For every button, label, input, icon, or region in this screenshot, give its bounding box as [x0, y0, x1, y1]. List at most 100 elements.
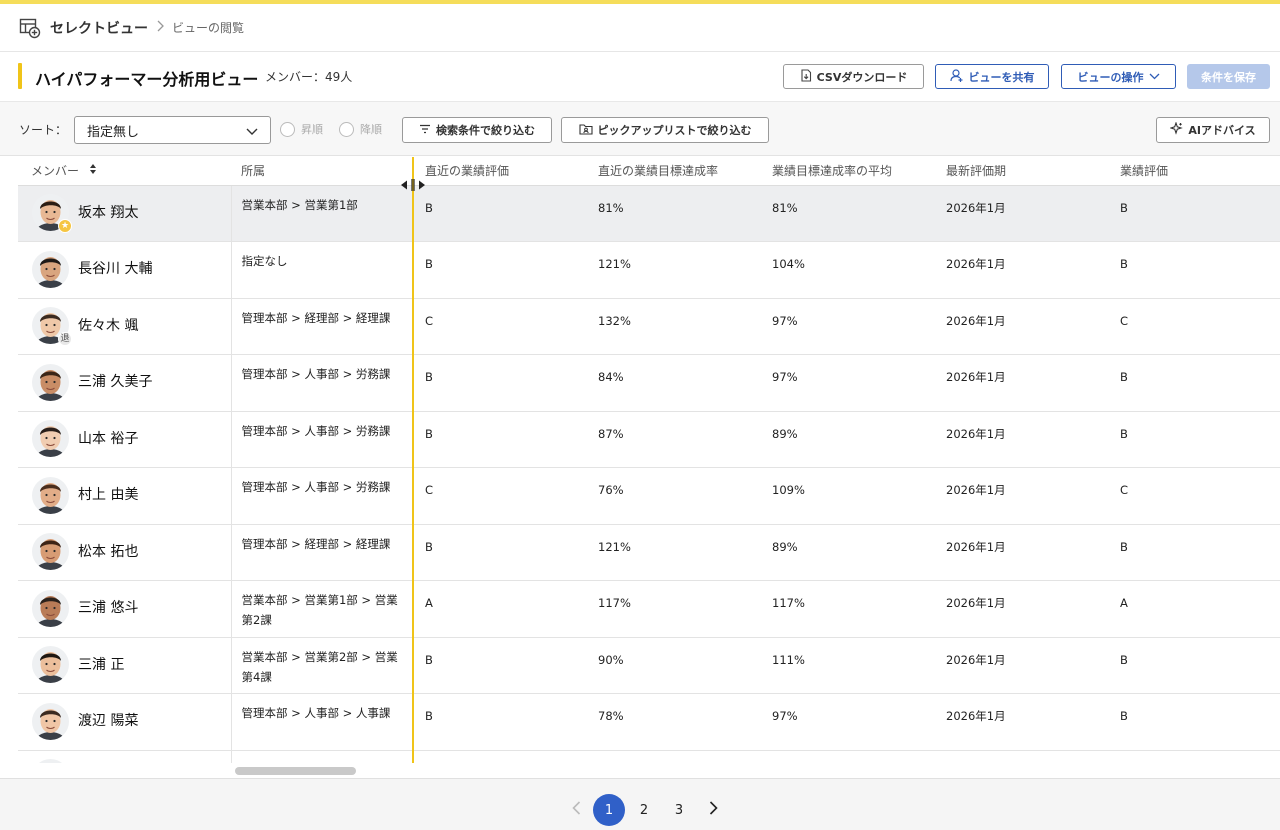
column-resize-divider[interactable]	[412, 157, 414, 763]
member-name[interactable]: 山本 裕子	[78, 429, 138, 449]
ai-advice-button[interactable]: AIアドバイス	[1156, 117, 1270, 143]
recent-rate-cell: 121%	[588, 241, 762, 299]
table-row[interactable]: 渡辺 陽菜 管理本部 > 人事部 > 人事課 B 78% 97% 2026年1月 B	[18, 693, 1280, 751]
page-button-3[interactable]: 3	[663, 794, 695, 826]
avatar	[32, 363, 69, 401]
avatar	[32, 420, 69, 457]
breadcrumb-current: ビューの閲覧	[172, 21, 245, 35]
page-button-1[interactable]: 1	[593, 794, 625, 826]
member-name[interactable]: 三浦 悠斗	[78, 598, 138, 618]
member-name[interactable]: 三浦 正	[78, 655, 124, 675]
period-cell: 2026年1月	[936, 637, 1110, 694]
recent-eval-cell: B	[415, 693, 588, 751]
avatar	[32, 476, 69, 514]
chevron-right-icon	[156, 20, 164, 35]
dept-cell: 営業本部 > 営業第2部 > 営業第4課	[231, 637, 415, 694]
sort-desc-radio[interactable]: 降順	[339, 121, 382, 137]
avg-rate-cell: 109%	[762, 467, 936, 525]
avatar	[32, 759, 69, 763]
recent-rate-cell: 121%	[588, 524, 762, 581]
dept-cell: 営業本部 > 営業第1部 > 営業第2課	[231, 580, 415, 638]
page-header: ハイパフォーマー分析用ビュー メンバー：49人 CSVダウンロード ビューを共有…	[0, 53, 1280, 101]
sort-asc-radio[interactable]: 昇順	[280, 121, 323, 137]
avatar	[32, 589, 69, 627]
view-operations-label: ビューの操作	[1077, 70, 1144, 84]
member-cell: 三浦 久美子	[18, 354, 232, 412]
table-row[interactable]: 山本 裕子 管理本部 > 人事部 > 労務課 B 87% 89% 2026年1月 B	[18, 411, 1280, 468]
column-resize-handle-icon[interactable]	[400, 178, 426, 192]
member-name[interactable]: 坂本 翔太	[78, 203, 138, 223]
ai-advice-label: AIアドバイス	[1188, 124, 1256, 137]
period-cell: 2026年1月	[936, 185, 1110, 242]
column-header-recent-eval[interactable]: 直近の業績評価	[415, 157, 588, 186]
avatar: ★	[32, 194, 72, 233]
member-name[interactable]: 三浦 久美子	[78, 372, 152, 392]
table-row[interactable]: 松本 拓也 管理本部 > 経理部 > 経理課 B 121% 89% 2026年1月 B	[18, 524, 1280, 581]
previous-page-button[interactable]	[560, 794, 592, 826]
view-operations-button[interactable]: ビューの操作	[1061, 64, 1176, 89]
period-cell: 2026年1月	[936, 524, 1110, 581]
filter-by-picklist-button[interactable]: ピックアップリストで絞り込む	[561, 117, 769, 143]
title-accent	[18, 63, 22, 89]
member-cell: 渡辺 陽菜	[18, 693, 232, 751]
horizontal-scrollbar[interactable]	[235, 767, 356, 775]
table-row[interactable]: 三浦 久美子 管理本部 > 人事部 > 労務課 B 84% 97% 2026年1月 B	[18, 354, 1280, 412]
select-view-icon	[19, 17, 41, 39]
member-name[interactable]: 長谷川 大輔	[78, 259, 152, 279]
member-cell: 三浦 悠斗	[18, 580, 232, 638]
breadcrumb-root-link[interactable]: セレクトビュー	[50, 18, 148, 38]
csv-download-button[interactable]: CSVダウンロード	[783, 64, 924, 89]
table-row[interactable]: ★ 坂本 翔太 営業本部 > 営業第1部 B 81% 81% 2026年1月 B	[18, 185, 1280, 242]
table-row[interactable]: 退佐々木 颯管理本部 > 経理部 > 経理課 C 132% 97% 2026年1月 C	[18, 298, 1280, 355]
filter-by-search-label: 検索条件で絞り込む	[436, 124, 535, 137]
member-name[interactable]: 佐々木 颯	[78, 316, 138, 336]
column-header-dept[interactable]: 所属	[231, 157, 415, 186]
avg-rate-cell: 104%	[762, 241, 936, 299]
filter-icon	[419, 124, 431, 137]
pagination: 1 2 3	[0, 778, 1280, 830]
column-header-avg-rate[interactable]: 業績目標達成率の平均	[762, 157, 936, 186]
eval-cell: B	[1110, 693, 1280, 751]
next-page-button[interactable]	[697, 794, 729, 826]
table-row[interactable]: 長谷川 大輔 指定なし B 121% 104% 2026年1月 B	[18, 241, 1280, 299]
avatar	[32, 533, 69, 570]
table-row[interactable]: 村上 由美 管理本部 > 人事部 > 労務課 C 76% 109% 2026年1月 C	[18, 467, 1280, 525]
avg-rate-cell: 97%	[762, 354, 936, 412]
recent-eval-cell: B	[415, 354, 588, 412]
member-name[interactable]: 松本 拓也	[78, 542, 138, 562]
column-header-member[interactable]: メンバー	[18, 157, 231, 186]
avatar: 退	[32, 307, 72, 346]
page-button-2[interactable]: 2	[628, 794, 660, 826]
table-row[interactable]: 三浦 悠斗 営業本部 > 営業第1部 > 営業第2課 A 117% 117% 2026年1…	[18, 580, 1280, 638]
filter-by-search-button[interactable]: 検索条件で絞り込む	[402, 117, 552, 143]
dept-cell: 管理本部 > 経理部 > 経理課	[231, 524, 415, 581]
recent-rate-cell: 132%	[588, 298, 762, 355]
recent-eval-cell: B	[415, 185, 588, 242]
member-cell: 退佐々木 颯	[18, 298, 232, 355]
table-row[interactable]: 三浦 正営業本部 > 営業第2部 > 営業第4課 B 90% 111% 2026年1月 B	[18, 637, 1280, 694]
dept-cell: 指定なし	[231, 241, 415, 299]
avg-rate-cell: 117%	[762, 580, 936, 638]
retired-badge: 退	[58, 332, 72, 346]
column-header-eval[interactable]: 業績評価	[1110, 157, 1280, 186]
sort-select[interactable]: 指定無し	[74, 116, 271, 144]
dept-cell: 営業本部 > 営業第1部	[231, 185, 415, 242]
avg-rate-cell: 81%	[762, 185, 936, 242]
member-name[interactable]: 渡辺 陽菜	[78, 711, 138, 731]
member-name[interactable]: 村上 由美	[78, 485, 138, 505]
dept-cell: 管理本部 > 人事部 > 労務課	[231, 354, 415, 412]
star-badge-icon: ★	[58, 219, 72, 233]
period-cell: 2026年1月	[936, 467, 1110, 525]
member-cell: 松本 拓也	[18, 524, 232, 581]
column-header-recent-rate[interactable]: 直近の業績目標達成率	[588, 157, 762, 186]
member-cell	[18, 750, 232, 763]
breadcrumb: セレクトビュー ビューの閲覧	[0, 4, 1280, 52]
page-title: ハイパフォーマー分析用ビュー	[35, 70, 259, 89]
column-header-period[interactable]: 最新評価期	[936, 157, 1110, 186]
share-view-button[interactable]: ビューを共有	[935, 64, 1049, 89]
sort-select-value: 指定無し	[87, 124, 140, 140]
eval-cell: A	[1110, 580, 1280, 638]
save-conditions-button[interactable]: 条件を保存	[1187, 64, 1270, 89]
avatar	[32, 250, 69, 288]
members-table-container[interactable]: メンバー 所属 直近の業績評価 直近の業績目標達成率 業績目標達成率の平均 最新…	[0, 157, 1280, 763]
